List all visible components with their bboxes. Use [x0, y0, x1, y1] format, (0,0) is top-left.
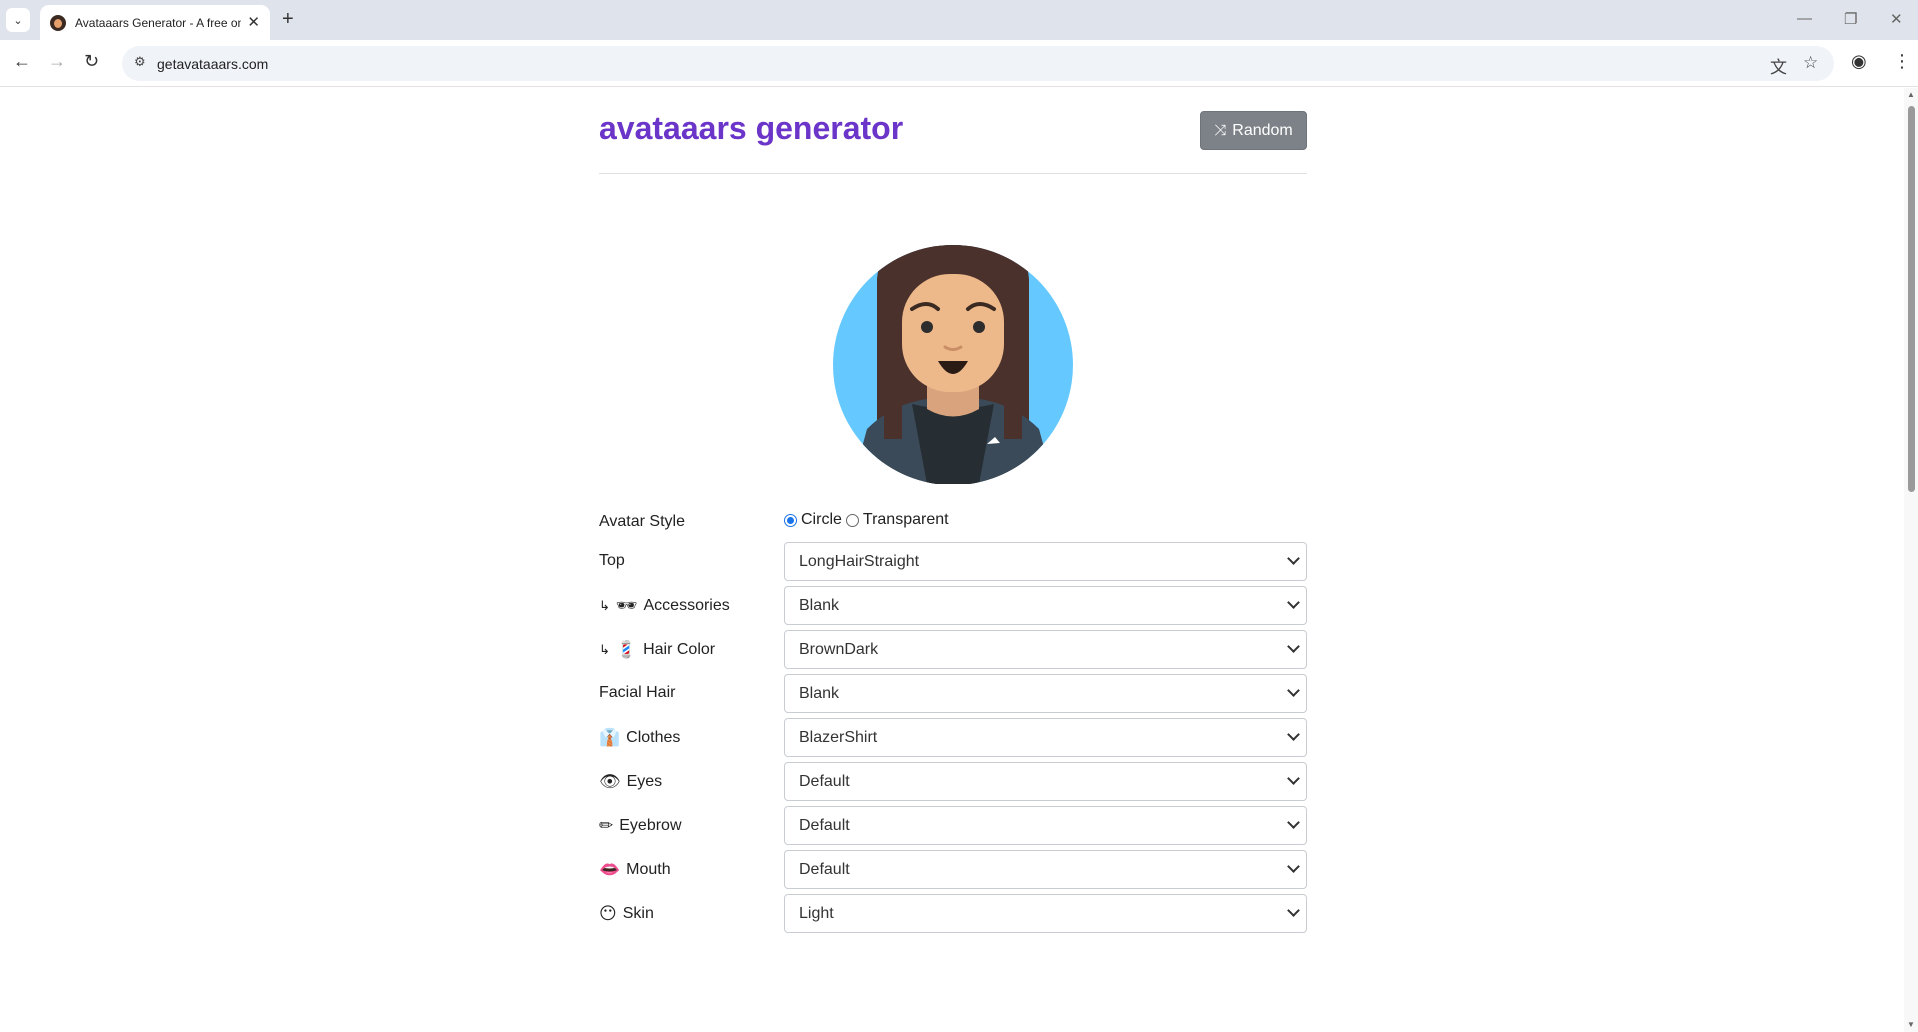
page-content: avataaars generator ⤨ Random Avatar Styl…	[0, 88, 1904, 1032]
divider	[599, 173, 1307, 174]
scroll-thumb[interactable]	[1908, 106, 1915, 492]
chevron-down-icon	[1287, 728, 1300, 741]
eyebrow-select[interactable]: Default	[784, 806, 1307, 845]
scroll-up-icon[interactable]: ▲	[1907, 90, 1915, 99]
skin-select[interactable]: Light	[784, 894, 1307, 933]
tab-search-button[interactable]: ⌄	[6, 8, 30, 32]
site-info-icon[interactable]: ⚙	[134, 54, 146, 70]
tab-title: Avataaars Generator - A free online avat…	[75, 15, 242, 30]
chevron-down-icon	[1287, 904, 1300, 917]
random-button[interactable]: ⤨ Random	[1200, 111, 1307, 150]
chevron-down-icon	[1287, 772, 1300, 785]
shuffle-icon: ⤨	[1214, 122, 1227, 139]
transparent-radio[interactable]	[845, 513, 859, 527]
tab-strip: ⌄ Avataaars Generator - A free online av…	[0, 0, 1918, 40]
avatar-eye-left	[921, 321, 933, 333]
page-title: avataaars generator	[599, 110, 904, 146]
mouth-select[interactable]: Default	[784, 850, 1307, 889]
reload-icon[interactable]: ↻	[84, 52, 99, 70]
shirt-icon: 👔	[599, 728, 621, 747]
facial-hair-label: Facial Hair	[599, 684, 676, 701]
chevron-down-icon	[1287, 684, 1300, 697]
facial-hair-select[interactable]: Blank	[784, 674, 1307, 713]
pencil-icon: ✏	[599, 816, 614, 835]
eyes-select[interactable]: Default	[784, 762, 1307, 801]
page-scrollbar[interactable]: ▲ ▼	[1904, 88, 1918, 1032]
sub-arrow-icon: ↳	[599, 598, 610, 613]
avatar-eye-right	[973, 321, 985, 333]
top-select[interactable]: LongHairStraight	[784, 542, 1307, 581]
clothes-select[interactable]: BlazerShirt	[784, 718, 1307, 757]
favicon-icon	[50, 14, 66, 31]
avatar-style-radio-group: Circle Transparent	[784, 511, 953, 529]
close-icon[interactable]: ✕	[247, 15, 260, 30]
avatar-style-label: Avatar Style	[599, 513, 685, 530]
eyes-label: 👁 Eyes	[599, 772, 663, 791]
new-tab-button[interactable]: +	[282, 9, 294, 29]
hair-color-label: ↳ 💈 Hair Color	[599, 640, 716, 659]
restore-icon[interactable]: ❐	[1844, 10, 1857, 28]
hair-color-select[interactable]: BrownDark	[784, 630, 1307, 669]
profile-icon[interactable]: ◉	[1851, 52, 1867, 70]
active-tab[interactable]: Avataaars Generator - A free online avat…	[40, 5, 270, 40]
chevron-down-icon	[1287, 552, 1300, 565]
transparent-radio-label[interactable]: Transparent	[863, 511, 949, 529]
mouth-label: 👄 Mouth	[599, 860, 671, 879]
chevron-down-icon	[1287, 816, 1300, 829]
lips-icon: 👄	[599, 860, 621, 879]
glasses-icon: 🕶	[615, 596, 638, 615]
face-icon: 😶	[599, 904, 617, 923]
menu-icon[interactable]: ⋮	[1893, 52, 1911, 70]
back-icon[interactable]: ←	[13, 52, 31, 70]
circle-radio[interactable]	[784, 513, 797, 527]
eyebrow-label: ✏ Eyebrow	[599, 816, 682, 835]
accessories-select[interactable]: Blank	[784, 586, 1307, 625]
forward-icon[interactable]: →	[48, 52, 66, 70]
sub-arrow-icon: ↳	[599, 642, 610, 657]
avatar-preview	[833, 245, 1073, 484]
window-close-icon[interactable]: ✕	[1890, 10, 1903, 28]
accessories-label: ↳ 🕶 Accessories	[599, 596, 730, 615]
random-label: Random	[1232, 121, 1293, 139]
scroll-down-icon[interactable]: ▼	[1907, 1020, 1915, 1029]
skin-label: 😶 Skin	[599, 904, 654, 923]
bookmark-star-icon[interactable]: ☆	[1803, 53, 1818, 73]
eye-icon: 👁	[599, 772, 621, 791]
address-bar[interactable]: ⚙ getavataaars.com 文 ☆	[122, 46, 1834, 81]
url-text[interactable]: getavataaars.com	[157, 56, 268, 72]
chevron-down-icon	[1287, 640, 1300, 653]
hair-icon: 💈	[615, 640, 638, 659]
avatar-face	[902, 274, 1004, 392]
translate-icon[interactable]: 文	[1770, 53, 1787, 78]
chevron-down-icon	[1287, 596, 1300, 609]
top-label: Top	[599, 552, 625, 569]
minimize-icon[interactable]: —	[1797, 10, 1812, 27]
chevron-down-icon	[1287, 860, 1300, 873]
browser-toolbar: ← → ↻ ⚙ getavataaars.com 文 ☆ ◉ ⋮	[0, 40, 1918, 87]
clothes-label: 👔 Clothes	[599, 728, 681, 747]
circle-radio-label[interactable]: Circle	[801, 511, 842, 529]
